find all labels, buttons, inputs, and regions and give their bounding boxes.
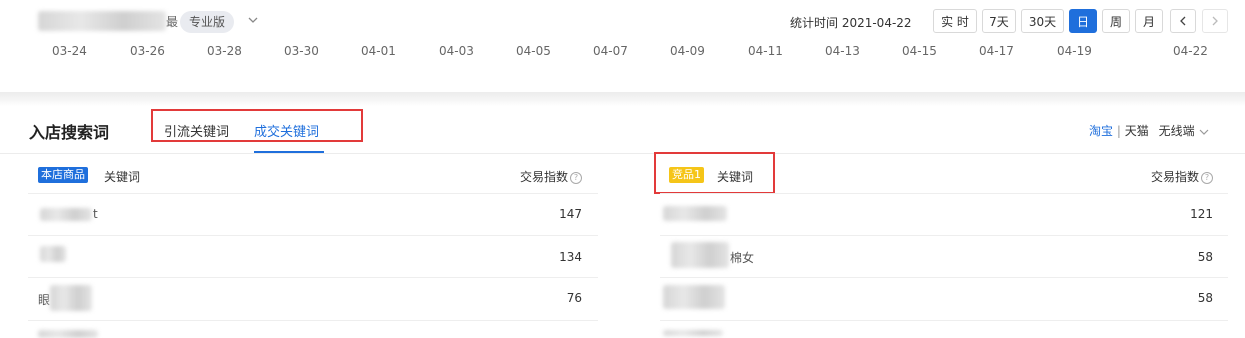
keyword-blurred	[663, 206, 727, 221]
shop-name-text: 最	[166, 15, 179, 29]
metric-column-header: 交易指数?	[520, 168, 583, 185]
date-axis: 03-24 03-26 03-28 03-30 04-01 04-03 04-0…	[0, 44, 1245, 94]
realtime-button[interactable]: 实 时	[933, 9, 977, 33]
keyword-blurred	[40, 208, 92, 221]
keyword-text: t	[93, 207, 98, 221]
prev-button[interactable]	[1170, 9, 1196, 33]
trade-index-value: 121	[1190, 207, 1213, 221]
row-divider	[660, 277, 1228, 278]
top-header: 专业版 统计时间 2021-04-22 实 时 7天 30天 日 周 月	[0, 0, 1245, 44]
axis-tick: 04-19	[1057, 44, 1092, 58]
axis-tick: 04-11	[748, 44, 783, 58]
keyword-text: 眼	[38, 293, 51, 307]
platform-separator: |	[1116, 124, 1121, 138]
row-divider	[660, 235, 1228, 236]
keyword-blurred	[38, 330, 98, 338]
platform-tmall[interactable]: 天猫	[1125, 124, 1149, 138]
keyword-blurred	[663, 330, 723, 336]
tab-traffic-keywords[interactable]: 引流关键词	[164, 121, 229, 140]
chevron-left-icon	[1180, 16, 1186, 26]
row-divider	[28, 193, 598, 194]
30day-button[interactable]: 30天	[1021, 9, 1064, 33]
divider	[0, 153, 1245, 154]
help-icon[interactable]: ?	[1201, 171, 1214, 184]
week-button[interactable]: 周	[1102, 9, 1130, 33]
trade-index-value: 147	[559, 207, 582, 221]
stat-time: 统计时间 2021-04-22	[790, 16, 912, 30]
edition-badge[interactable]: 专业版	[180, 11, 235, 33]
tab-deal-keywords[interactable]: 成交关键词	[254, 121, 319, 140]
platform-filter: 淘宝 | 天猫 无线端	[1089, 122, 1210, 139]
axis-tick: 03-28	[207, 44, 242, 58]
axis-tick: 04-05	[516, 44, 551, 58]
trade-index-value: 76	[566, 291, 582, 305]
metric-label: 交易指数	[520, 170, 569, 184]
next-button[interactable]	[1202, 9, 1228, 33]
shop-name-blurred	[38, 11, 166, 31]
device-select[interactable]: 无线端	[1159, 124, 1195, 138]
row-divider	[28, 320, 598, 321]
axis-tick: 03-26	[130, 44, 165, 58]
axis-tick: 04-22	[1173, 44, 1208, 58]
trade-index-value: 58	[1197, 250, 1213, 264]
row-divider	[28, 235, 598, 236]
row-divider	[28, 277, 598, 278]
keyword-column-header: 关键词	[104, 170, 141, 184]
7day-button[interactable]: 7天	[982, 9, 1016, 33]
help-icon[interactable]: ?	[570, 171, 583, 184]
axis-tick: 04-13	[825, 44, 860, 58]
trade-index-value: 58	[1197, 291, 1213, 305]
row-divider	[660, 193, 1228, 194]
axis-tick: 04-09	[670, 44, 705, 58]
keyword-blurred	[671, 242, 729, 268]
axis-tick: 03-24	[52, 44, 87, 58]
section-separator	[0, 92, 1245, 106]
keyword-blurred	[50, 285, 92, 311]
section-title: 入店搜索词	[29, 123, 110, 142]
own-product-badge: 本店商品	[38, 167, 88, 183]
chevron-right-icon	[1212, 16, 1218, 26]
chevron-down-icon[interactable]	[1198, 127, 1210, 137]
trade-index-value: 134	[559, 250, 582, 264]
month-button[interactable]: 月	[1135, 9, 1163, 33]
keyword-text: 棉女	[730, 251, 755, 265]
keyword-blurred	[40, 246, 66, 262]
competitor-badge: 竞品1	[669, 167, 704, 183]
axis-tick: 04-17	[979, 44, 1014, 58]
metric-column-header: 交易指数?	[1151, 168, 1214, 185]
keyword-blurred	[663, 285, 725, 309]
platform-taobao[interactable]: 淘宝	[1089, 124, 1113, 138]
axis-tick: 04-15	[902, 44, 937, 58]
chevron-down-icon[interactable]	[246, 13, 260, 27]
keyword-column-header: 关键词	[717, 170, 754, 184]
day-button[interactable]: 日	[1069, 9, 1097, 33]
metric-label: 交易指数	[1151, 170, 1200, 184]
axis-tick: 04-03	[439, 44, 474, 58]
axis-tick: 04-01	[361, 44, 396, 58]
axis-tick: 04-07	[593, 44, 628, 58]
row-divider	[660, 320, 1228, 321]
axis-tick: 03-30	[284, 44, 319, 58]
